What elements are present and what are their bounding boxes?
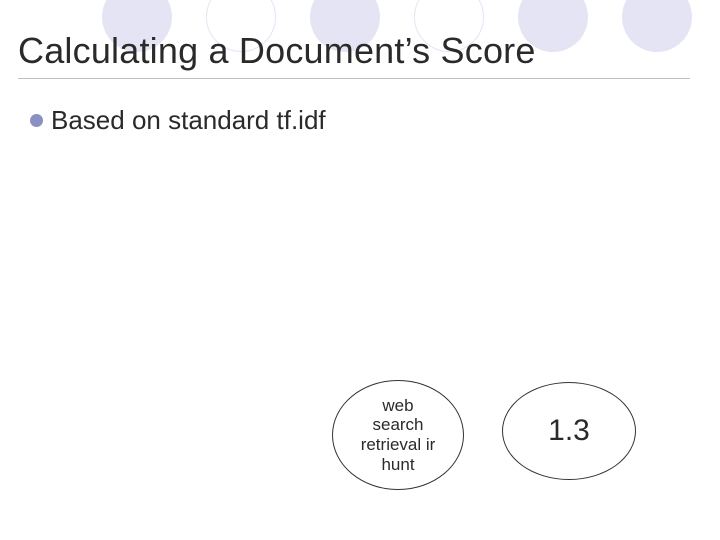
bullet-text: Based on standard tf.idf — [51, 105, 326, 136]
title-underline — [18, 78, 690, 79]
score-ellipse: 1.3 — [502, 382, 636, 480]
score-ellipse-text: 1.3 — [548, 414, 590, 448]
terms-ellipse: web search retrieval ir hunt — [332, 380, 464, 490]
slide-title: Calculating a Document’s Score — [18, 30, 536, 72]
decorative-circle-icon — [622, 0, 692, 52]
bullet-dot-icon — [30, 114, 43, 127]
bullet-item: Based on standard tf.idf — [30, 105, 326, 136]
slide: Calculating a Document’s Score Based on … — [0, 0, 720, 540]
terms-ellipse-text: web search retrieval ir hunt — [361, 396, 436, 474]
